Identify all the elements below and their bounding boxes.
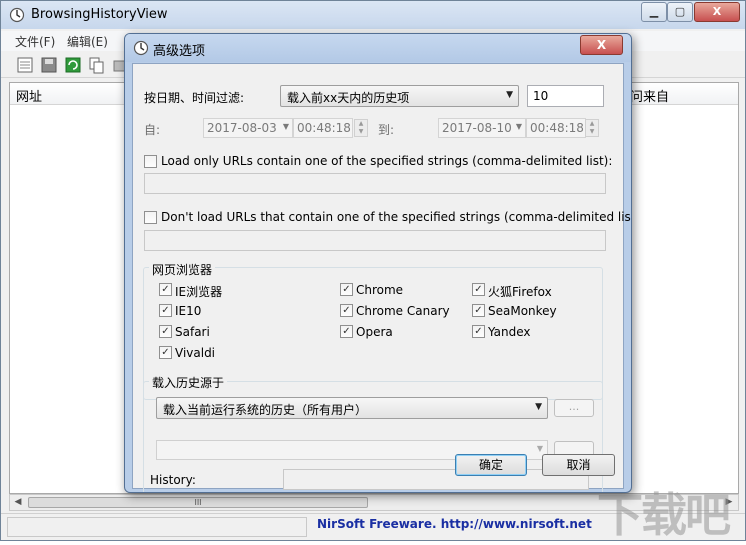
dropdown-arrow-icon: ▼ (535, 402, 542, 412)
from-time-input[interactable]: 00:48:18 (293, 118, 353, 138)
load-only-checkbox[interactable] (144, 155, 157, 168)
filter-mode-select[interactable]: 载入前xx天内的历史项 ▼ (280, 85, 519, 107)
properties-icon[interactable] (15, 55, 35, 75)
advanced-options-dialog: 高级选项 X 按日期、时间过滤: 载入前xx天内的历史项 ▼ 10 自: 201… (124, 33, 632, 493)
browser-label-opera: Opera (356, 325, 393, 339)
column-referrer[interactable]: 问来自 (630, 86, 669, 105)
browser-checkbox-ie10[interactable]: ✓ (159, 304, 172, 317)
dropdown-arrow-icon: ▼ (536, 444, 543, 453)
close-button[interactable]: X (694, 2, 740, 22)
load-only-label: Load only URLs contain one of the specif… (161, 154, 613, 168)
dont-load-label: Don't load URLs that contain one of the … (161, 210, 632, 224)
history-source-group-title: 载入历史源于 (149, 374, 228, 391)
dialog-close-button[interactable]: X (580, 35, 623, 55)
calendar-dropdown-icon: ▼ (282, 122, 289, 131)
days-input[interactable]: 10 (527, 85, 604, 107)
minimize-button[interactable]: ▁ (641, 2, 667, 22)
browser-label-firefox: 火狐Firefox (488, 285, 552, 299)
filter-label: 按日期、时间过滤: (144, 91, 245, 105)
dont-load-input[interactable] (144, 230, 606, 251)
browser-label-chrome: Chrome (356, 283, 404, 297)
filter-mode-value: 载入前xx天内的历史项 (287, 91, 410, 105)
ok-button[interactable]: 确定 (455, 454, 527, 476)
to-date-value: 2017-08-10 (442, 121, 512, 135)
browser-checkbox-yandex[interactable]: ✓ (472, 325, 485, 338)
scroll-left-icon[interactable]: ◀ (11, 496, 25, 509)
close-icon: X (712, 5, 722, 18)
browsers-group-title: 网页浏览器 (149, 261, 216, 278)
browser-label-yandex: Yandex (488, 325, 531, 339)
history-source-value: 载入当前运行系统的历史（所有用户） (163, 403, 368, 417)
browser-checkbox-ie[interactable]: ✓ (159, 283, 172, 296)
save-icon[interactable] (39, 55, 59, 75)
dialog-titlebar: 高级选项 X (125, 34, 631, 62)
minimize-icon: ▁ (649, 5, 659, 18)
main-titlebar: BrowsingHistoryView ▁ ▢ X (1, 1, 745, 29)
app-icon (133, 40, 149, 56)
browser-label-chrome-canary: Chrome Canary (356, 304, 450, 318)
menu-edit[interactable]: 编辑(E) (67, 33, 108, 50)
browser-label-safari: Safari (175, 325, 210, 339)
close-icon: X (596, 38, 607, 52)
browse-source-button[interactable]: ... (554, 399, 594, 417)
nirsoft-link[interactable]: NirSoft Freeware. http://www.nirsoft.net (317, 517, 592, 531)
browser-label-vivaldi: Vivaldi (175, 346, 216, 360)
from-time-spinner[interactable]: ▲ ▼ (354, 119, 368, 137)
scroll-grip: III (194, 498, 202, 507)
history-source-select[interactable]: 载入当前运行系统的历史（所有用户） ▼ (156, 397, 548, 419)
load-only-input[interactable] (144, 173, 606, 194)
column-url[interactable]: 网址 (16, 86, 42, 105)
calendar-dropdown-icon: ▼ (515, 122, 522, 131)
from-date-picker[interactable]: 2017-08-03 ▼ (203, 118, 293, 138)
to-date-picker[interactable]: 2017-08-10 ▼ (438, 118, 526, 138)
window-title: BrowsingHistoryView (31, 7, 168, 22)
browser-label-ie: IE浏览器 (175, 285, 223, 299)
copy-icon[interactable] (87, 55, 107, 75)
browser-checkbox-chrome-canary[interactable]: ✓ (340, 304, 353, 317)
browser-label-seamonkey: SeaMonkey (488, 304, 557, 318)
browser-checkbox-seamonkey[interactable]: ✓ (472, 304, 485, 317)
browser-checkbox-opera[interactable]: ✓ (340, 325, 353, 338)
app-icon (9, 7, 25, 23)
dont-load-checkbox[interactable] (144, 211, 157, 224)
maximize-icon: ▢ (674, 5, 686, 18)
history-path-label: History: (150, 473, 196, 487)
cancel-button[interactable]: 取消 (542, 454, 615, 476)
browser-label-ie10: IE10 (175, 304, 202, 318)
maximize-button[interactable]: ▢ (667, 2, 693, 22)
to-label: 到: (378, 123, 395, 137)
dropdown-arrow-icon: ▼ (506, 90, 513, 100)
to-time-input[interactable]: 00:48:18 (526, 118, 586, 138)
scroll-thumb[interactable]: III (28, 497, 368, 508)
refresh-icon[interactable] (63, 55, 83, 75)
dialog-body: 按日期、时间过滤: 载入前xx天内的历史项 ▼ 10 自: 2017-08-03… (132, 63, 631, 492)
dialog-title: 高级选项 (153, 44, 206, 59)
menu-file[interactable]: 文件(F) (15, 33, 55, 50)
status-pane-count (7, 517, 307, 537)
to-time-spinner[interactable]: ▲ ▼ (585, 119, 599, 137)
browser-checkbox-vivaldi[interactable]: ✓ (159, 346, 172, 359)
days-value: 10 (533, 89, 549, 103)
from-date-value: 2017-08-03 (207, 121, 277, 135)
from-label: 自: (144, 123, 161, 137)
from-time-value: 00:48:18 (297, 121, 351, 135)
browser-checkbox-firefox[interactable]: ✓ (472, 283, 485, 296)
to-time-value: 00:48:18 (530, 121, 584, 135)
browser-checkbox-chrome[interactable]: ✓ (340, 283, 353, 296)
browser-checkbox-safari[interactable]: ✓ (159, 325, 172, 338)
